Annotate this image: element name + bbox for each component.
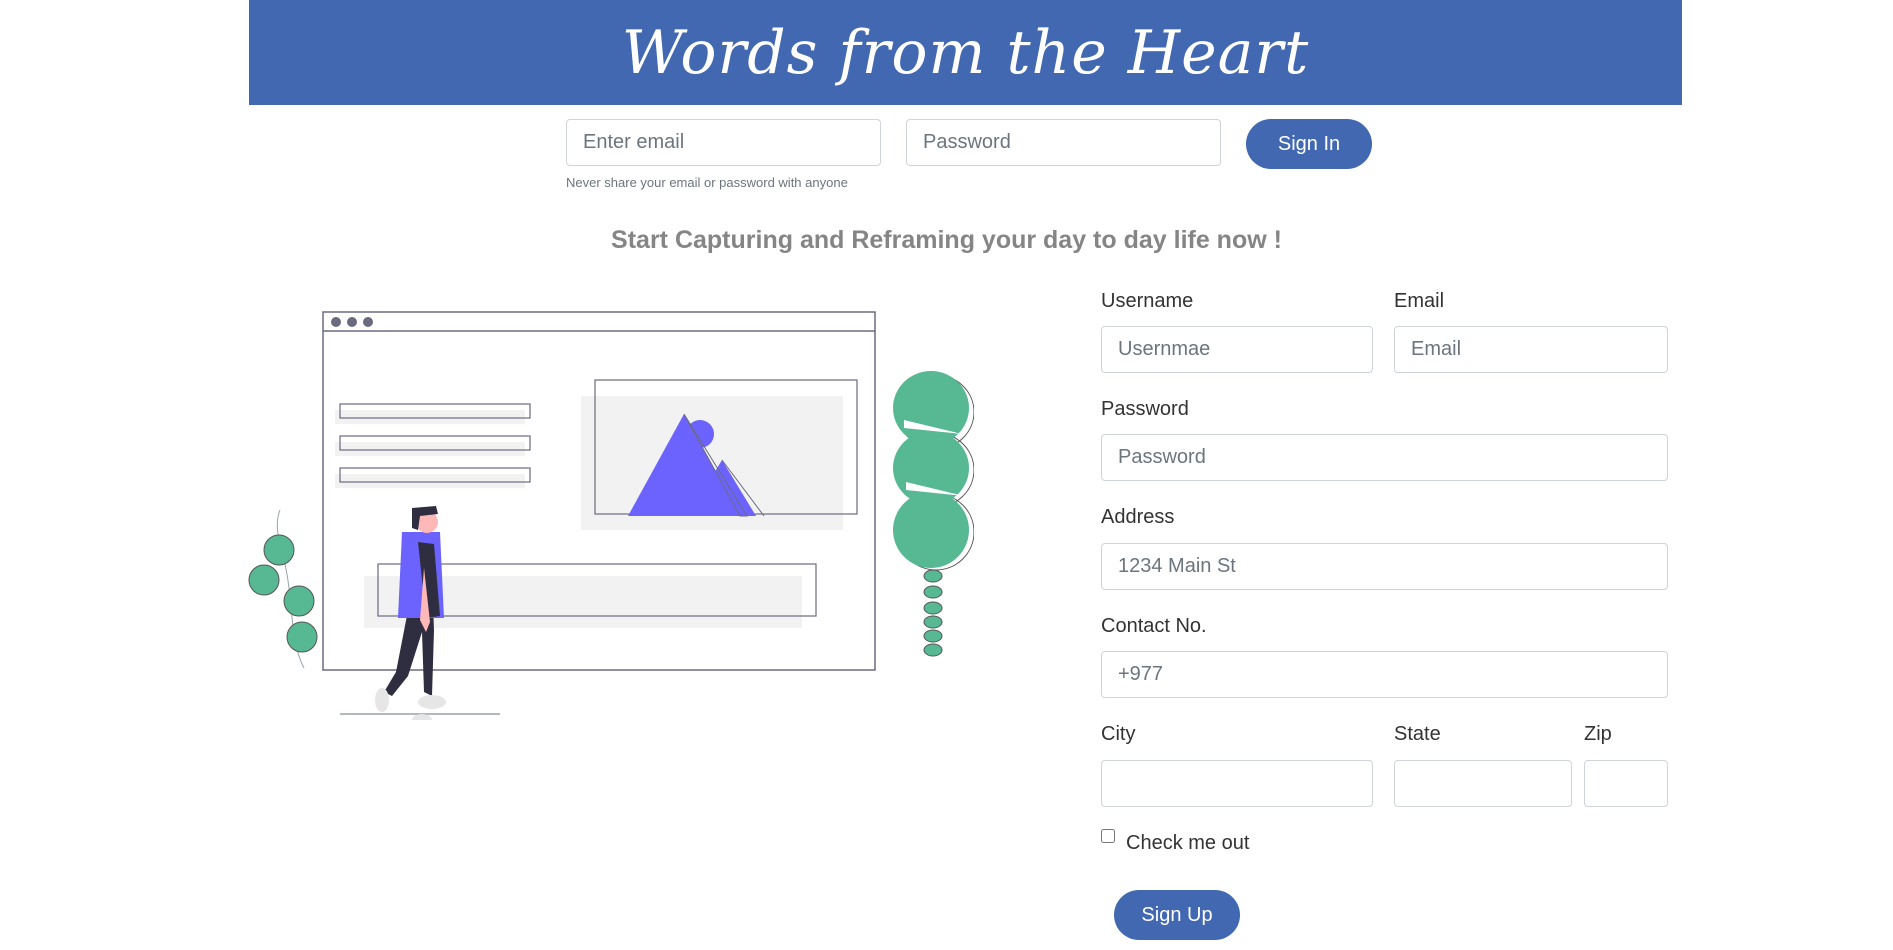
sign-up-button[interactable]: Sign Up	[1114, 890, 1240, 940]
state-label: State	[1394, 723, 1441, 745]
person-browsing-illustration	[248, 311, 974, 720]
site-header: Words from the Heart	[249, 0, 1682, 105]
password-label: Password	[1101, 398, 1189, 420]
address-label: Address	[1101, 506, 1175, 528]
site-title: Words from the Heart	[621, 17, 1310, 88]
password-input[interactable]	[1101, 434, 1668, 481]
check-me-out-label: Check me out	[1126, 832, 1250, 854]
city-label: City	[1101, 723, 1136, 745]
signin-password-input[interactable]	[906, 119, 1221, 166]
signin-hint: Never share your email or password with …	[566, 175, 848, 190]
email-input[interactable]	[1394, 326, 1668, 373]
email-label: Email	[1394, 290, 1445, 312]
username-label: Username	[1101, 290, 1194, 312]
tagline: Start Capturing and Reframing your day t…	[611, 226, 1282, 254]
check-me-out-checkbox[interactable]	[1101, 829, 1115, 843]
tree-icon	[893, 371, 974, 657]
contact-label: Contact No.	[1101, 615, 1207, 637]
left-plant-icon	[248, 509, 318, 669]
sign-in-button[interactable]: Sign In	[1246, 119, 1372, 169]
signin-email-input[interactable]	[566, 119, 881, 166]
city-input[interactable]	[1101, 760, 1373, 807]
state-input[interactable]	[1394, 760, 1572, 807]
username-input[interactable]	[1101, 326, 1373, 373]
zip-label: Zip	[1584, 723, 1612, 745]
contact-input[interactable]	[1101, 651, 1668, 698]
address-input[interactable]	[1101, 543, 1668, 590]
zip-input[interactable]	[1584, 760, 1668, 807]
